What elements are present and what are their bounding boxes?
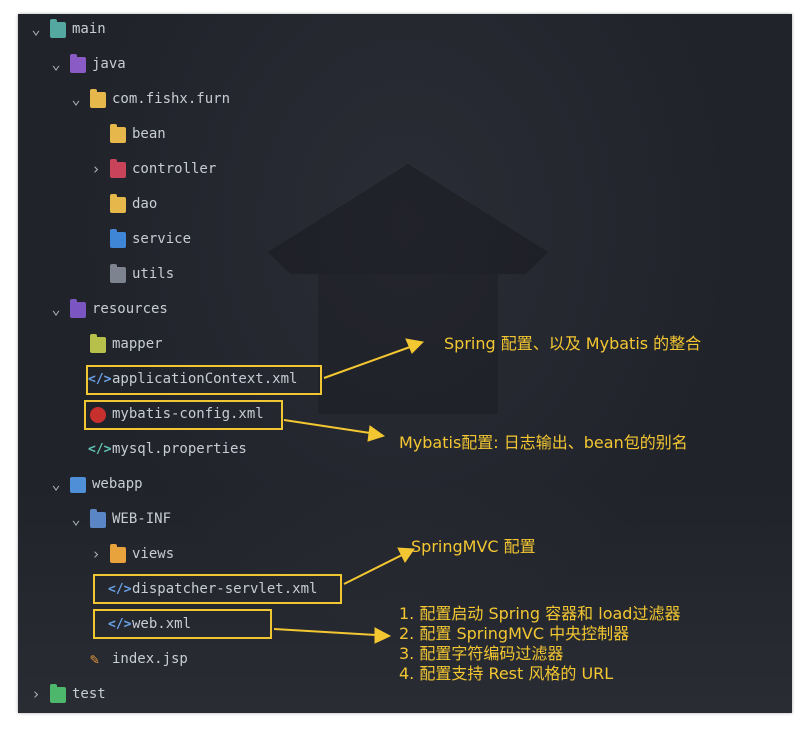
project-tree-panel: ⌄ main ⌄ java ⌄ com.fishx.furn bean › co… bbox=[18, 14, 792, 713]
annotation-web-line: 2. 配置 SpringMVC 中央控制器 bbox=[399, 624, 630, 643]
arrow-mybatis bbox=[283, 419, 371, 434]
arrow-spring bbox=[323, 346, 411, 379]
arrow-springmvc bbox=[343, 554, 403, 585]
annotation-web-xml: 1. 配置启动 Spring 容器和 load过滤器 2. 配置 SpringM… bbox=[399, 604, 680, 684]
annotation-spring: Spring 配置、以及 Mybatis 的整合 bbox=[444, 334, 702, 353]
annotation-mybatis: Mybatis配置: 日志输出、bean包的别名 bbox=[399, 433, 688, 452]
annotation-web-line: 4. 配置支持 Rest 风格的 URL bbox=[399, 664, 614, 683]
annotation-web-line: 1. 配置启动 Spring 容器和 load过滤器 bbox=[399, 604, 681, 623]
arrow-web-xml bbox=[273, 628, 377, 636]
annotation-springmvc: SpringMVC 配置 bbox=[411, 537, 536, 556]
annotation-web-line: 3. 配置字符编码过滤器 bbox=[399, 644, 564, 663]
